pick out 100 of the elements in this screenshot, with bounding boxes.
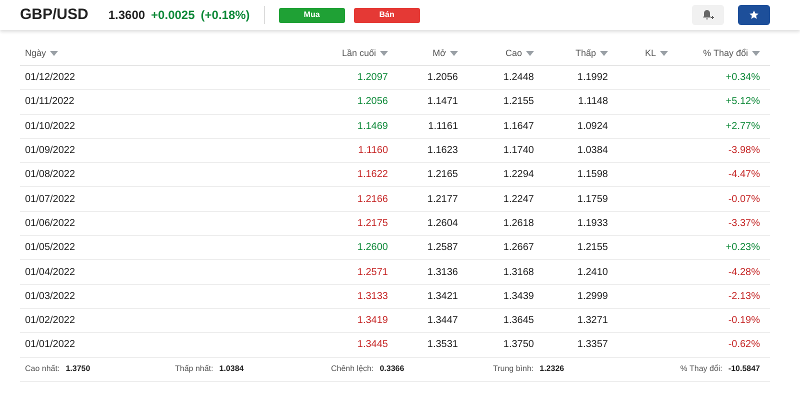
last-price-cell-text: 1.2056 [356, 95, 389, 110]
open-cell-text: 1.3447 [426, 314, 459, 328]
sort-caret-icon [660, 51, 668, 56]
high-cell-text: 1.2667 [502, 241, 535, 256]
open-cell-text: 1.3531 [426, 338, 459, 352]
low-cell-text: 1.0384 [576, 144, 609, 158]
change-percent-text: (+0.18%) [200, 7, 250, 24]
change-cell-text: -4.47% [727, 168, 761, 182]
price-text: 1.3600 [108, 7, 146, 24]
date-cell-text: 01/06/2022 [24, 216, 76, 231]
column-header[interactable]: KL [644, 46, 656, 60]
sort-caret-icon [450, 51, 458, 56]
change-cell-text: -2.13% [727, 290, 761, 304]
summary-value: 0.3366 [380, 363, 404, 376]
sort-caret-icon [380, 51, 388, 56]
low-cell-text: 1.1933 [576, 216, 609, 231]
open-cell-text: 1.3421 [426, 290, 459, 304]
change-cell-text: -0.07% [727, 192, 761, 207]
summary-value: 1.3750 [66, 363, 90, 376]
column-header[interactable]: % Thay đổi [703, 46, 748, 60]
last-price-cell-text: 1.2600 [356, 241, 389, 256]
last-price-cell-text: 1.3133 [356, 290, 389, 304]
change-cell-text: +0.34% [724, 71, 761, 86]
last-price-cell-text: 1.1622 [356, 168, 389, 182]
date-cell-text: 01/02/2022 [24, 314, 76, 328]
sort-caret-icon [526, 51, 534, 56]
high-cell-text: 1.2247 [502, 192, 535, 207]
summary-label: Chênh lệch: [331, 363, 374, 376]
open-cell-text: 1.1623 [426, 144, 459, 158]
sort-caret-icon [752, 51, 760, 56]
open-cell-text: 1.2056 [426, 71, 459, 86]
date-cell-text: 01/04/2022 [24, 266, 76, 280]
low-cell-text: 1.2155 [576, 241, 609, 256]
low-cell-text: 1.0924 [576, 120, 609, 134]
open-cell-text: 1.2604 [426, 216, 459, 231]
summary-label: Trung bình: [493, 363, 534, 376]
sort-caret-icon [50, 51, 58, 56]
column-header[interactable]: Lần cuối [342, 46, 376, 60]
sell-button[interactable]: Bán [354, 8, 420, 22]
change-cell-text: -0.62% [727, 338, 761, 352]
high-cell-text: 1.2618 [502, 216, 535, 231]
last-price-cell-text: 1.2097 [356, 71, 389, 86]
column-header[interactable]: Ngày [25, 46, 46, 60]
add-alert-button[interactable] [692, 5, 724, 25]
change-text: +0.0025 [151, 7, 195, 24]
date-cell-text: 01/11/2022 [24, 95, 76, 110]
summary-value: 1.2326 [540, 363, 564, 376]
change-cell-text: +0.23% [724, 241, 761, 256]
low-cell-text: 1.3357 [576, 338, 609, 352]
change-cell-text: -4.28% [727, 266, 761, 280]
change-cell-text: -3.98% [727, 144, 761, 158]
open-cell-text: 1.1471 [426, 95, 459, 110]
summary-label: Cao nhất: [25, 363, 60, 376]
high-cell-text: 1.3439 [502, 290, 535, 304]
column-header[interactable]: Thấp [575, 46, 596, 60]
last-price-cell-text: 1.2166 [356, 192, 389, 207]
low-cell-text: 1.3271 [576, 314, 609, 328]
star-icon [749, 10, 759, 20]
high-cell-text: 1.2155 [502, 95, 535, 110]
summary-label: % Thay đổi: [680, 363, 722, 376]
date-cell-text: 01/01/2022 [24, 338, 76, 352]
last-price-cell-text: 1.3419 [356, 314, 389, 328]
date-cell-text: 01/07/2022 [24, 192, 76, 207]
date-cell-text: 01/05/2022 [24, 241, 76, 256]
low-cell-text: 1.1148 [577, 95, 609, 110]
column-header[interactable]: Cao [505, 46, 522, 60]
change-cell-text: -0.19% [727, 314, 761, 328]
summary-value: 1.0384 [219, 363, 244, 376]
date-cell-text: 01/10/2022 [24, 120, 76, 134]
high-cell-text: 1.3750 [502, 338, 535, 352]
change-cell-text: +5.12% [724, 95, 761, 110]
open-cell-text: 1.2177 [426, 192, 459, 207]
summary-value: -10.5847 [728, 363, 760, 376]
date-cell-text: 01/09/2022 [24, 144, 76, 158]
date-cell-text: 01/12/2022 [24, 71, 76, 86]
last-price-cell-text: 1.2571 [356, 266, 389, 280]
high-cell-text: 1.1740 [502, 144, 535, 158]
open-cell-text: 1.2165 [426, 168, 459, 182]
low-cell-text: 1.2999 [576, 290, 609, 304]
change-cell-text: -3.37% [727, 216, 761, 231]
high-cell-text: 1.2294 [502, 168, 535, 182]
high-cell-text: 1.3168 [502, 266, 535, 280]
high-cell-text: 1.3645 [502, 314, 535, 328]
high-cell-text: 1.2448 [502, 71, 535, 86]
summary-label: Thấp nhất: [175, 363, 214, 376]
last-price-cell-text: 1.3445 [356, 338, 389, 352]
open-cell-text: 1.1161 [427, 120, 459, 134]
date-cell-text: 01/08/2022 [24, 168, 76, 182]
column-header[interactable]: Mở [432, 46, 446, 60]
open-cell-text: 1.3136 [426, 266, 459, 280]
low-cell-text: 1.1598 [576, 168, 609, 182]
watchlist-button[interactable] [738, 5, 770, 25]
high-cell-text: 1.1647 [502, 120, 535, 134]
low-cell-text: 1.2410 [576, 266, 609, 280]
last-price-cell-text: 1.2175 [356, 216, 389, 231]
low-cell-text: 1.1992 [576, 71, 609, 86]
last-price-cell-text: 1.1469 [356, 120, 389, 134]
bell-plus-icon [702, 9, 714, 21]
sort-caret-icon [600, 51, 608, 56]
symbol-title: GBP/USD [20, 4, 88, 25]
